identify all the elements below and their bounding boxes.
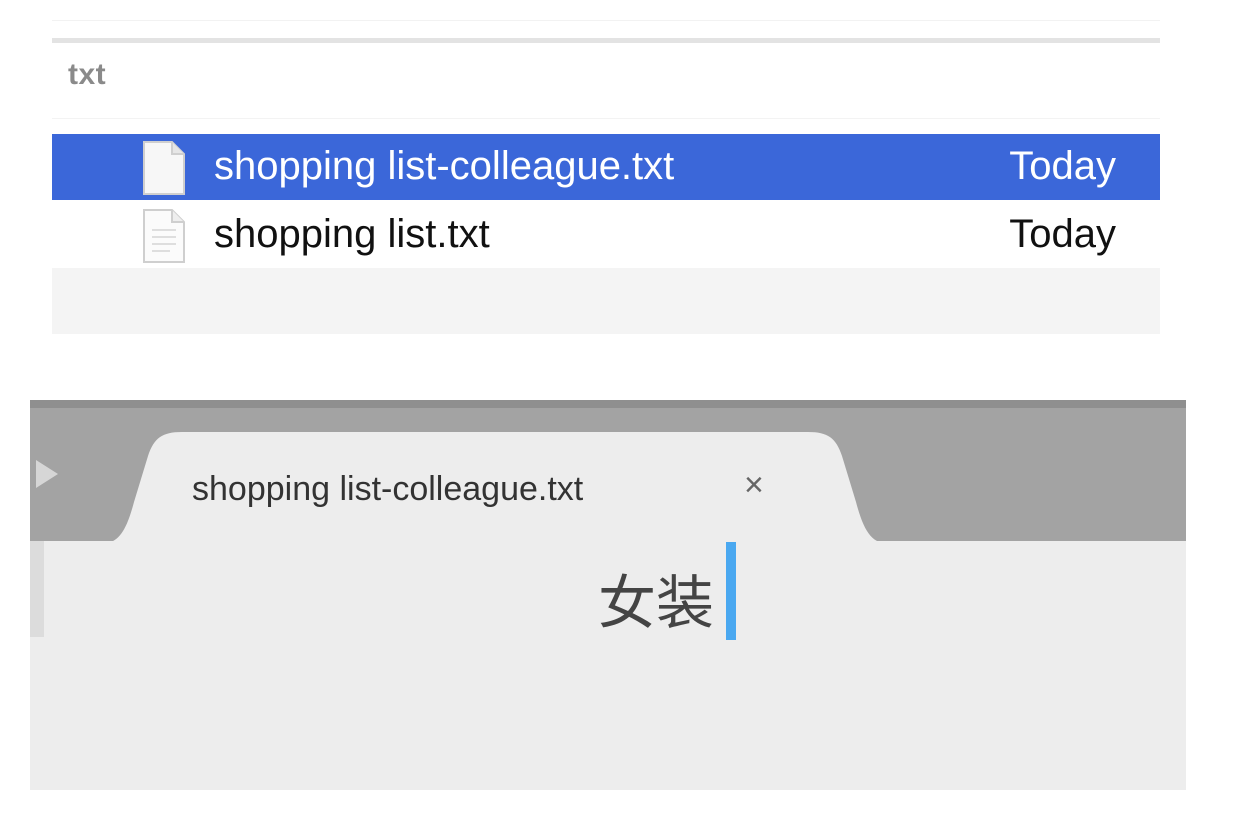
- text-document-icon: [143, 209, 185, 263]
- close-icon[interactable]: ×: [744, 466, 764, 505]
- file-row-selected[interactable]: shopping list-colleague.txt Today: [52, 134, 1160, 200]
- editor-text-content[interactable]: 女装: [598, 556, 714, 640]
- text-cursor: [726, 542, 736, 640]
- text-editor-window: shopping list-colleague.txt × 女装: [30, 400, 1186, 790]
- finder-list-view: txt shopping list-colleague.txt Today sh…: [52, 0, 1160, 334]
- file-name: shopping list.txt: [214, 212, 490, 256]
- text-document-icon: [143, 141, 185, 195]
- group-underline: [52, 118, 1160, 119]
- file-name: shopping list-colleague.txt: [214, 144, 675, 188]
- tab-title: shopping list-colleague.txt: [192, 470, 584, 508]
- file-date: Today: [1009, 144, 1116, 188]
- play-arrow-icon[interactable]: [36, 460, 58, 488]
- section-divider: [52, 38, 1160, 43]
- tab-bar-edge: [30, 400, 1186, 408]
- file-date: Today: [1009, 212, 1116, 256]
- file-row[interactable]: shopping list.txt Today: [52, 202, 1160, 268]
- toolbar-edge: [52, 20, 1160, 21]
- list-empty-area: [52, 268, 1160, 334]
- editor-gutter: [30, 541, 44, 637]
- group-header-txt: txt: [68, 58, 107, 91]
